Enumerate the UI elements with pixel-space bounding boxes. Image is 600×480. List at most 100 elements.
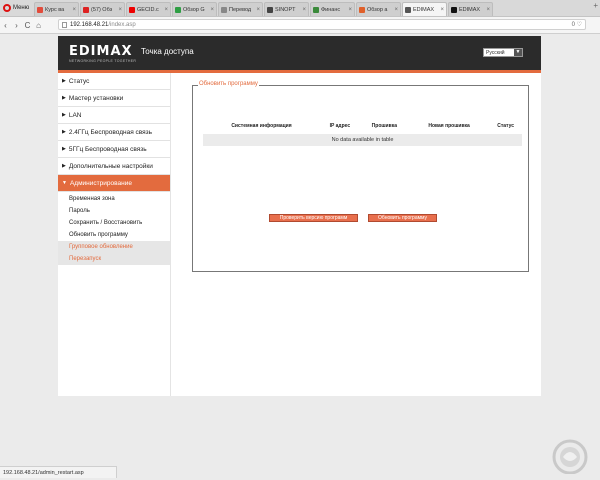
page-icon xyxy=(62,21,67,28)
tab-title: EDIMAX xyxy=(413,6,435,13)
sidebar-item-label: 5ГГц Беспроводная связь xyxy=(68,145,147,153)
tab-title: EDIMAX xyxy=(459,6,481,13)
close-icon[interactable]: × xyxy=(440,7,444,13)
tab-title: Перевод xyxy=(229,6,252,13)
address-bar: ‹ › C ⌂ 192.168.48.21 /index.asp 0 ♡ xyxy=(0,17,600,34)
close-icon[interactable]: × xyxy=(118,7,122,13)
tab-favicon-icon xyxy=(221,6,227,13)
tab-favicon-icon xyxy=(267,6,273,13)
sidebar-item-label: Дополнительные настройки xyxy=(68,162,153,170)
tab-title: Курс ва xyxy=(45,6,65,13)
update-firmware-button[interactable]: Обновить программу xyxy=(368,214,437,222)
sidebar-item[interactable]: ▼ Администрирование xyxy=(58,175,170,192)
language-select[interactable]: Русский ▼ xyxy=(483,48,523,57)
browser-tab[interactable]: Обзор а × xyxy=(356,2,401,16)
router-header: EDIMAX NETWORKING PEOPLE TOGETHER Точка … xyxy=(58,36,541,73)
tab-title: Обзор а xyxy=(367,6,388,13)
triangle-right-icon: ▶ xyxy=(62,163,66,169)
sidebar-item[interactable]: ▶ Дополнительные настройки xyxy=(58,158,170,175)
opera-logo-icon xyxy=(3,4,11,12)
browser-tab[interactable]: Курс ва × xyxy=(34,2,79,16)
empty-table-message: No data available in table xyxy=(203,134,522,146)
submenu-item[interactable]: Обновить программу xyxy=(58,229,170,241)
status-bar-url: 192.168.48.21/admin_restart.asp xyxy=(0,466,117,478)
edimax-logo: EDIMAX xyxy=(69,44,133,59)
submenu-item[interactable]: Сохранить / Восстановить xyxy=(58,217,170,229)
tab-title: (57) Обз xyxy=(91,6,113,13)
browser-tab[interactable]: EDIMAX × xyxy=(402,2,447,16)
browser-tab[interactable]: Финанс × xyxy=(310,2,355,16)
browser-tab[interactable]: EDIMAX × xyxy=(448,2,493,16)
tab-favicon-icon xyxy=(451,6,457,13)
close-icon[interactable]: × xyxy=(164,7,168,13)
close-icon[interactable]: × xyxy=(210,7,214,13)
browser-tab[interactable]: GECID.c × xyxy=(126,2,171,16)
reload-icon[interactable]: C xyxy=(22,21,33,30)
tab-favicon-icon xyxy=(175,6,181,13)
sidebar-item[interactable]: ▶ LAN xyxy=(58,107,170,124)
table-header: Статус xyxy=(497,123,515,129)
sidebar-item[interactable]: ▶ 2.4ГГц Беспроводная связь xyxy=(58,124,170,141)
tab-title: SINOPT xyxy=(275,6,296,13)
sidebar-item[interactable]: ▶ Мастер установки xyxy=(58,90,170,107)
back-icon[interactable]: ‹ xyxy=(0,21,11,30)
firmware-panel: Обновить программу Системная информация I… xyxy=(192,81,529,272)
sidebar-item[interactable]: ▶ 5ГГц Беспроводная связь xyxy=(58,141,170,158)
triangle-down-icon: ▼ xyxy=(62,180,67,186)
triangle-right-icon: ▶ xyxy=(62,146,66,152)
new-tab-button[interactable]: + xyxy=(593,1,598,10)
tab-favicon-icon xyxy=(359,6,365,13)
submenu-item[interactable]: Групповое обновление xyxy=(58,241,170,253)
browser-tab[interactable]: SINOPT × xyxy=(264,2,309,16)
tab-favicon-icon xyxy=(129,6,135,13)
table-header: IP адрес xyxy=(329,123,351,129)
panel-legend: Обновить программу xyxy=(198,81,259,87)
table-header: Прошивка xyxy=(371,123,397,129)
close-icon[interactable]: × xyxy=(256,7,260,13)
tab-title: Финанс xyxy=(321,6,341,13)
sidebar: ▶ Статус ▶ Мастер установки ▶ LAN ▶ 2.4ГГц Бесп… xyxy=(58,73,171,396)
browser-tab[interactable]: Обзор G × xyxy=(172,2,217,16)
url-input[interactable]: 192.168.48.21 /index.asp 0 ♡ xyxy=(58,19,586,30)
close-icon[interactable]: × xyxy=(348,7,352,13)
gecid-watermark-logo xyxy=(552,439,588,474)
home-icon[interactable]: ⌂ xyxy=(33,21,44,30)
tab-favicon-icon xyxy=(313,6,319,13)
browser-tab[interactable]: Перевод × xyxy=(218,2,263,16)
tab-favicon-icon xyxy=(37,6,43,13)
chevron-down-icon: ▼ xyxy=(514,49,522,56)
router-page: EDIMAX NETWORKING PEOPLE TOGETHER Точка … xyxy=(58,36,541,396)
logo-tagline: NETWORKING PEOPLE TOGETHER xyxy=(69,59,137,63)
sidebar-item-label: LAN xyxy=(68,111,82,119)
close-icon[interactable]: × xyxy=(394,7,398,13)
tab-title: GECID.c xyxy=(137,6,159,13)
check-firmware-button[interactable]: Проверить версию программ xyxy=(269,214,358,222)
sidebar-item-label: 2.4ГГц Беспроводная связь xyxy=(68,128,153,136)
browser-tab[interactable]: (57) Обз × xyxy=(80,2,125,16)
firmware-table: Системная информация IP адрес Прошивка Нова… xyxy=(203,118,522,146)
triangle-right-icon: ▶ xyxy=(62,95,66,101)
forward-icon[interactable]: › xyxy=(11,21,22,30)
sidebar-item-label: Администрирование xyxy=(69,179,132,187)
sidebar-item-label: Мастер установки xyxy=(68,94,124,102)
close-icon[interactable]: × xyxy=(486,7,490,13)
close-icon[interactable]: × xyxy=(302,7,306,13)
close-icon[interactable]: × xyxy=(72,7,76,13)
tab-favicon-icon xyxy=(405,6,411,13)
url-right-controls[interactable]: 0 ♡ xyxy=(572,21,582,28)
tab-strip: Курс ва × (57) Обз × GECID.c × Обзор G × Перевод… xyxy=(34,2,578,16)
browser-tabbar: Меню Курс ва × (57) Обз × GECID.c × Обзор G × Пе… xyxy=(0,0,600,17)
menu-label: Меню xyxy=(13,5,30,11)
sidebar-item[interactable]: ▶ Статус xyxy=(58,73,170,90)
language-value: Русский xyxy=(486,49,505,56)
submenu-item[interactable]: Перезапуск xyxy=(58,253,170,265)
browser-menu-button[interactable]: Меню xyxy=(0,0,34,16)
triangle-right-icon: ▶ xyxy=(62,129,66,135)
submenu-item[interactable]: Пароль xyxy=(58,205,170,217)
sidebar-item-label: Статус xyxy=(68,77,90,85)
submenu-item[interactable]: Временная зона xyxy=(58,193,170,205)
tab-favicon-icon xyxy=(83,6,89,13)
table-header: Новая прошивка xyxy=(428,123,470,129)
url-path: /index.asp xyxy=(108,21,136,28)
table-header: Системная информация xyxy=(231,123,292,129)
